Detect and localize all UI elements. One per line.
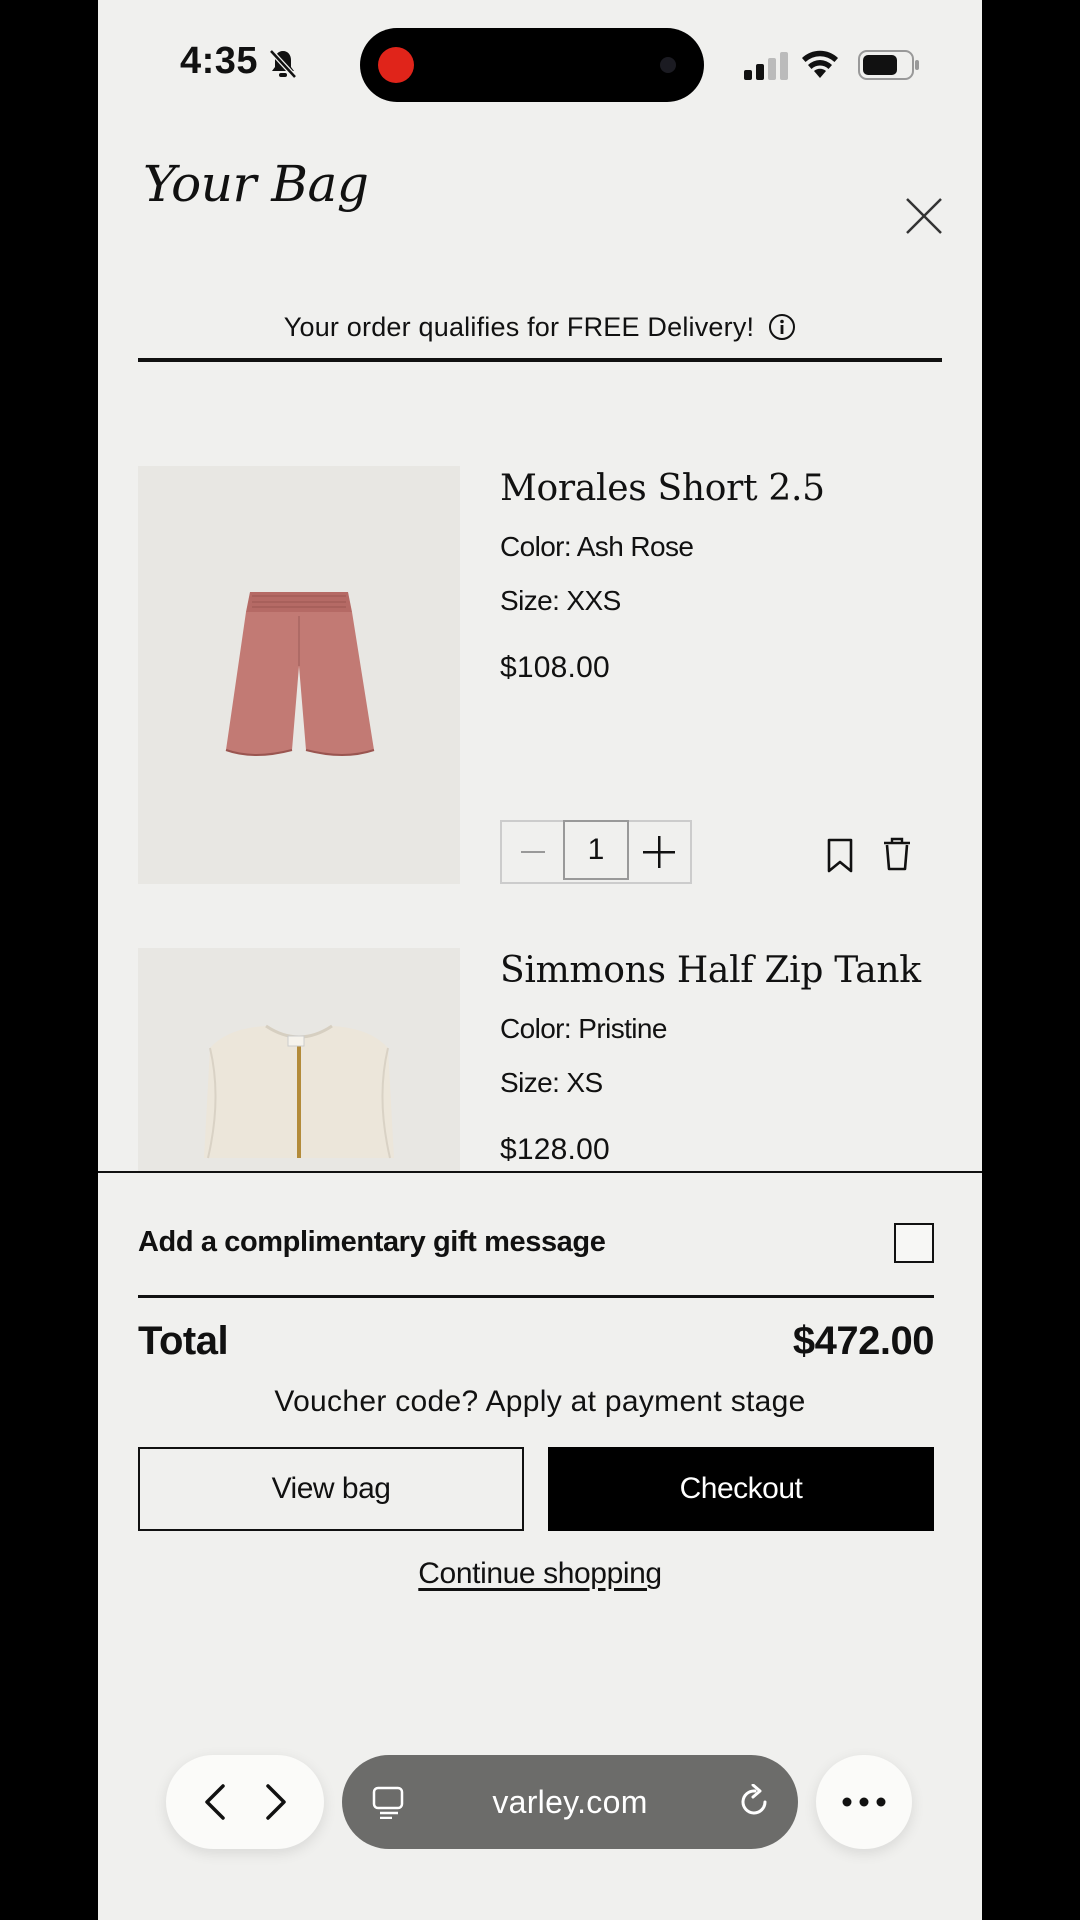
status-time: 4:35	[180, 40, 259, 82]
continue-shopping-row: Continue shopping	[98, 1557, 982, 1591]
url-text: varley.com	[492, 1783, 648, 1820]
divider	[138, 1295, 934, 1298]
continue-shopping-link[interactable]: Continue shopping	[418, 1557, 662, 1590]
order-total: Total $472.00	[138, 1319, 935, 1364]
address-bar[interactable]: varley.com	[342, 1755, 798, 1849]
total-label: Total	[138, 1319, 229, 1363]
browser-nav-controls	[166, 1755, 324, 1849]
delivery-banner-text: Your order qualifies for FREE Delivery!	[283, 311, 755, 342]
gift-message-row: Add a complimentary gift message	[138, 1217, 934, 1267]
more-options-button[interactable]	[816, 1755, 912, 1849]
product-image[interactable]	[138, 466, 460, 884]
trash-icon[interactable]	[882, 836, 912, 872]
camera-icon	[660, 57, 676, 73]
checkout-button[interactable]: Checkout	[548, 1447, 934, 1531]
page-title: Your Bag	[143, 155, 369, 213]
close-icon[interactable]	[904, 196, 944, 236]
reload-icon[interactable]	[738, 1784, 772, 1820]
product-details: Morales Short 2.5 Color: Ash Rose Size: …	[500, 466, 942, 685]
product-name[interactable]: Simmons Half Zip Tank	[500, 950, 942, 991]
view-bag-button[interactable]: View bag	[138, 1447, 524, 1531]
product-price: $128.00	[500, 1133, 610, 1166]
wifi-icon	[802, 50, 838, 78]
minus-icon	[520, 851, 545, 853]
delivery-banner: Your order qualifies for FREE Delivery!	[138, 296, 942, 362]
product-size: Size: XXS	[500, 585, 621, 616]
dynamic-island	[360, 28, 704, 102]
shorts-image-icon	[225, 592, 375, 756]
plus-icon	[643, 836, 676, 868]
back-chevron-icon[interactable]	[201, 1782, 229, 1822]
increase-quantity-button[interactable]	[629, 822, 690, 882]
product-price: $108.00	[500, 651, 610, 684]
product-size: Size: XS	[500, 1067, 603, 1098]
cellular-signal-icon	[744, 52, 788, 80]
quantity-value[interactable]: 1	[563, 820, 629, 880]
total-value: $472.00	[792, 1319, 935, 1363]
recording-indicator-icon	[378, 47, 414, 83]
product-color: Color: Ash Rose	[500, 531, 694, 562]
decrease-quantity-button[interactable]	[502, 822, 563, 882]
gift-message-checkbox[interactable]	[894, 1223, 934, 1263]
forward-chevron-icon[interactable]	[262, 1782, 290, 1822]
app-screen: 4:35 Your Bag Your order qualifies for F…	[98, 0, 982, 1920]
ellipsis-icon	[842, 1797, 886, 1807]
product-color: Color: Pristine	[500, 1013, 667, 1044]
gift-message-label: Add a complimentary gift message	[138, 1226, 606, 1258]
product-details: Simmons Half Zip Tank Color: Pristine Si…	[500, 948, 942, 1167]
product-name[interactable]: Morales Short 2.5	[500, 468, 942, 509]
info-icon[interactable]	[768, 313, 796, 341]
cart-item: Morales Short 2.5 Color: Ash Rose Size: …	[138, 466, 942, 886]
bell-slash-icon	[269, 49, 297, 79]
bookmark-icon[interactable]	[826, 838, 854, 874]
battery-icon	[858, 50, 919, 80]
voucher-note: Voucher code? Apply at payment stage	[274, 1385, 806, 1418]
quantity-stepper: 1	[500, 820, 692, 884]
